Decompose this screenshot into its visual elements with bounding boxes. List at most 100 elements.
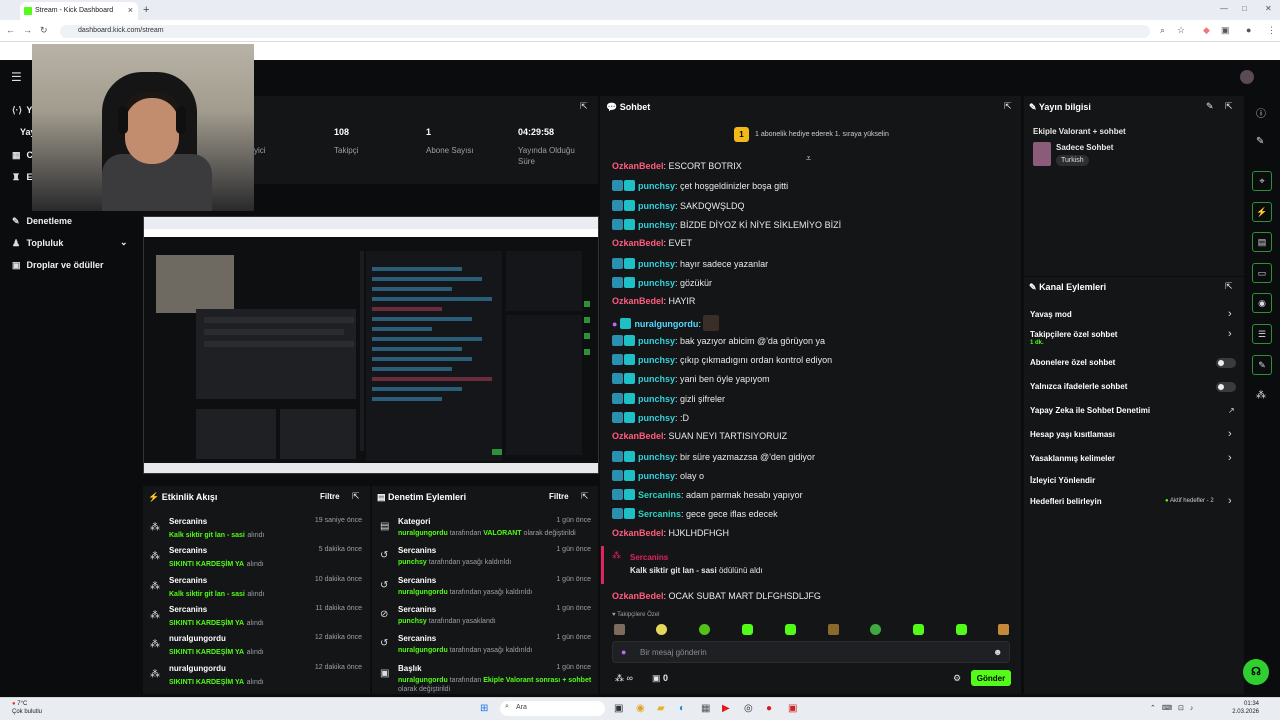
zoom-icon[interactable]: ⌕ xyxy=(1160,25,1165,36)
file-explorer-icon[interactable]: ▰ xyxy=(657,703,665,714)
extension-icon[interactable]: ◆ xyxy=(1203,25,1210,36)
activity-user[interactable]: nuralgungordu xyxy=(169,634,226,643)
popout-icon[interactable]: ⇱ xyxy=(1225,101,1233,112)
mic-icon[interactable]: ● xyxy=(621,647,626,657)
rail-chat-button[interactable]: ▭ xyxy=(1252,263,1272,283)
popout-icon[interactable]: ⇱ xyxy=(580,101,588,112)
chevron-right-icon[interactable]: › xyxy=(1228,328,1232,340)
channel-action-label[interactable]: Yasaklanmış kelimeler xyxy=(1030,454,1115,463)
window-close-icon[interactable]: ✕ xyxy=(1265,4,1272,13)
hamburger-menu-icon[interactable]: ☰ xyxy=(11,70,22,84)
mod-filter-button[interactable]: Filtre xyxy=(549,492,569,501)
emote-icon[interactable] xyxy=(699,624,710,635)
chat-username[interactable]: OzkanBedel xyxy=(612,296,664,306)
emote-icon[interactable] xyxy=(742,624,753,635)
activity-user[interactable]: Sercanins xyxy=(169,517,207,526)
channel-action-label[interactable]: Yalnızca ifadelerle sohbet xyxy=(1030,382,1127,391)
popout-icon[interactable]: ⇱ xyxy=(581,491,589,502)
rail-bolt-button[interactable]: ⚡ xyxy=(1252,202,1272,222)
chat-username[interactable]: punchsy xyxy=(638,259,675,269)
taskview-icon[interactable]: ▣ xyxy=(614,703,623,714)
activity-user[interactable]: Sercanins xyxy=(169,546,207,555)
send-button[interactable]: Gönder xyxy=(971,670,1011,686)
chat-username[interactable]: OzkanBedel xyxy=(612,591,664,601)
youtube-icon[interactable]: ▶ xyxy=(722,703,730,714)
list-item[interactable]: ↺ Sercanins 1 gün önce nuralgungordu tarafı… xyxy=(377,633,595,659)
tab-close-icon[interactable]: × xyxy=(128,5,133,15)
activity-filter-button[interactable]: Filtre xyxy=(320,492,340,501)
forward-icon[interactable]: → xyxy=(23,25,40,35)
obs-icon[interactable]: ◎ xyxy=(744,703,753,714)
mod-actor[interactable]: punchsy xyxy=(398,559,427,566)
list-item[interactable]: ⁂ Sercanins 19 saniye önce Kalk siktir git … xyxy=(148,516,366,542)
taskbar-search[interactable]: ⌕ Ara xyxy=(500,701,605,716)
emote-icon[interactable] xyxy=(998,624,1009,635)
sidebar-item-moderation[interactable]: ✎ Denetleme xyxy=(12,216,72,227)
info-icon[interactable]: ⓘ xyxy=(1256,105,1266,120)
list-item[interactable]: ↺ Sercanins 1 gün önce nuralgungordu tarafı… xyxy=(377,575,595,601)
bookmark-star-icon[interactable]: ☆ xyxy=(1177,25,1185,36)
chevron-right-icon[interactable]: › xyxy=(1228,495,1232,507)
chat-username[interactable]: nuralgungordu xyxy=(634,319,698,329)
channel-action-label[interactable]: Yavaş mod xyxy=(1030,310,1072,319)
help-chat-button[interactable]: ☊ xyxy=(1243,659,1269,685)
back-icon[interactable]: ← xyxy=(6,25,23,35)
emoji-icon[interactable]: ☻ xyxy=(993,647,1002,657)
channel-action-label[interactable]: Hedefleri belirleyin xyxy=(1030,497,1102,506)
chat-filter-icon[interactable]: ⩡ xyxy=(806,153,811,164)
chat-username[interactable]: OzkanBedel xyxy=(612,161,664,171)
pencil-icon[interactable]: ✎ xyxy=(1256,136,1264,147)
list-item[interactable]: ⁂ Sercanins 5 dakika önce SIKINTI KARDEŞİM … xyxy=(148,545,366,571)
chat-username[interactable]: OzkanBedel xyxy=(612,528,664,538)
sidebar-item-analytics[interactable]: ▦ C xyxy=(12,150,33,161)
channel-action-label[interactable]: Abonelere özel sohbet xyxy=(1030,358,1115,367)
toggle-switch[interactable] xyxy=(1216,358,1236,368)
activity-user[interactable]: Sercanins xyxy=(169,605,207,614)
chat-username[interactable]: punchsy xyxy=(638,374,675,384)
activity-user[interactable]: Sercanins xyxy=(169,576,207,585)
points-icon[interactable]: ⁂ xyxy=(1256,390,1266,401)
mod-actor[interactable]: nuralgungordu xyxy=(398,530,448,537)
edge-icon[interactable]: ◐ xyxy=(679,703,685,714)
chat-username[interactable]: punchsy xyxy=(638,471,675,481)
channel-action-label[interactable]: Hesap yaşı kısıtlaması xyxy=(1030,430,1115,439)
list-item[interactable]: ▣ Başlık 1 gün önce nuralgungordu tarafında… xyxy=(377,663,595,693)
mod-actor[interactable]: nuralgungordu xyxy=(398,677,448,684)
rail-doc-button[interactable]: ▤ xyxy=(1252,232,1272,252)
chevron-right-icon[interactable]: › xyxy=(1228,308,1232,320)
stream-preview[interactable] xyxy=(143,216,599,474)
nav-buttons[interactable]: ←→↻ xyxy=(6,25,56,36)
maximize-icon[interactable]: □ xyxy=(1242,4,1247,13)
rail-live-button[interactable]: ◉ xyxy=(1252,293,1272,313)
emote-icon[interactable] xyxy=(614,624,625,635)
chat-username[interactable]: Sercanins xyxy=(638,490,681,500)
channel-action-label[interactable]: Takipçilere özel sohbet xyxy=(1030,330,1117,339)
app-icon[interactable]: ● xyxy=(766,703,772,714)
channel-action-label[interactable]: Yapay Zeka ile Sohbet Denetimi xyxy=(1030,406,1150,415)
emote-icon[interactable] xyxy=(656,624,667,635)
chat-username[interactable]: Sercanins xyxy=(638,509,681,519)
chat-username[interactable]: punchsy xyxy=(638,355,675,365)
chat-username[interactable]: punchsy xyxy=(638,413,675,423)
list-item[interactable]: ⁂ Sercanins 10 dakika önce Kalk siktir git … xyxy=(148,575,366,601)
popout-icon[interactable]: ⇱ xyxy=(1225,281,1233,292)
rail-wrench-button[interactable]: ✎ xyxy=(1252,355,1272,375)
list-item[interactable]: ⁂ Sercanins 11 dakika önce SIKINTI KARDEŞİM… xyxy=(148,604,366,630)
store-icon[interactable]: ▦ xyxy=(701,703,710,714)
chat-username[interactable]: punchsy xyxy=(638,278,675,288)
menu-dots-icon[interactable]: ⋮ xyxy=(1267,25,1276,36)
chevron-right-icon[interactable]: › xyxy=(1228,452,1232,464)
profile-icon[interactable]: ● xyxy=(1246,25,1251,35)
reload-icon[interactable]: ↻ xyxy=(40,25,56,35)
chat-popout-icon[interactable]: ⇱ xyxy=(1004,101,1012,112)
chat-username[interactable]: punchsy xyxy=(638,452,675,462)
emote-icon[interactable] xyxy=(828,624,839,635)
edit-icon[interactable]: ✎ xyxy=(1206,101,1214,112)
new-tab-button[interactable]: + xyxy=(143,4,149,16)
chat-username[interactable]: OzkanBedel xyxy=(612,431,664,441)
chevron-right-icon[interactable]: › xyxy=(1228,428,1232,440)
chat-settings-icon[interactable]: ⚙ xyxy=(953,673,961,684)
emote-icon[interactable] xyxy=(956,624,967,635)
mod-actor[interactable]: nuralgungordu xyxy=(398,647,448,654)
category-name[interactable]: Sadece Sohbet xyxy=(1056,143,1113,152)
